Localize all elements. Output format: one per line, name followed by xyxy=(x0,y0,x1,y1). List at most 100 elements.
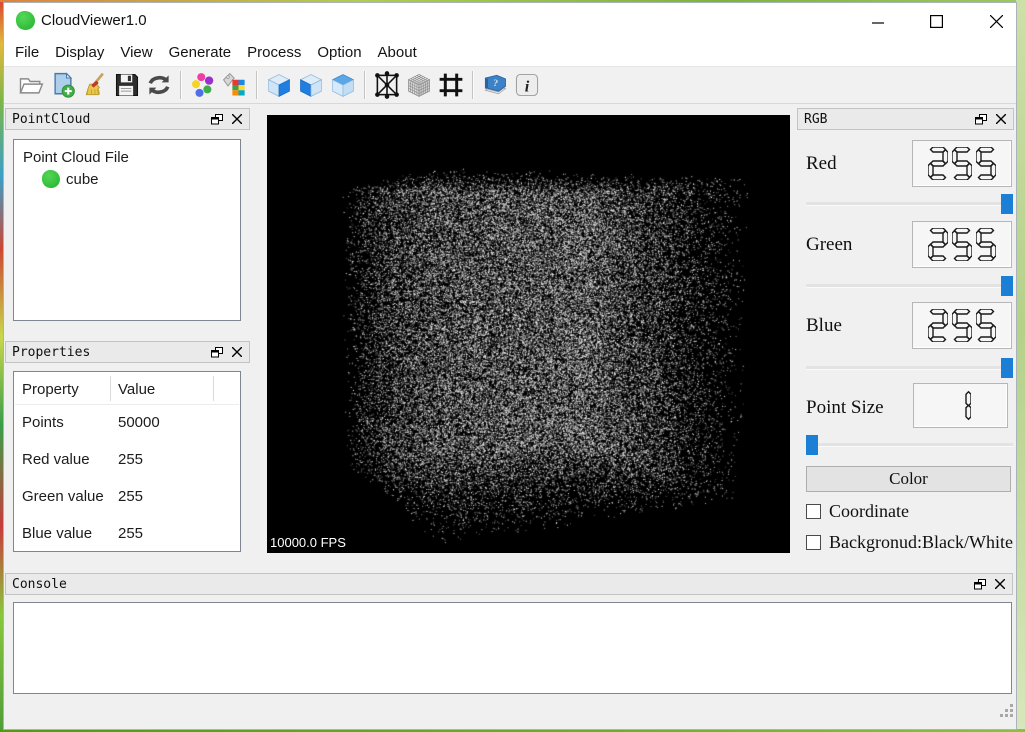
new-file-icon xyxy=(49,71,77,99)
rgb-close-button[interactable] xyxy=(993,111,1009,127)
prop-value: 255 xyxy=(118,488,143,505)
pointcloud-dock-title: PointCloud xyxy=(6,112,209,127)
float-icon xyxy=(975,114,987,125)
background-checkbox-row[interactable]: Backgronud:Black/White xyxy=(806,532,1013,552)
cube-view-top-button[interactable] xyxy=(328,70,358,100)
background-checkbox[interactable] xyxy=(806,535,821,550)
red-label: Red xyxy=(806,153,837,175)
broom-icon xyxy=(81,71,109,99)
color-dots-icon xyxy=(189,71,217,99)
voxel-grid-button[interactable] xyxy=(404,70,434,100)
about-button[interactable]: i xyxy=(512,70,542,100)
point-size-lcd xyxy=(913,383,1008,428)
minimize-button[interactable] xyxy=(863,10,893,32)
app-icon xyxy=(16,11,35,30)
float-icon xyxy=(974,579,986,590)
pointcloud-close-button[interactable] xyxy=(229,111,245,127)
toolbar-separator xyxy=(180,71,182,99)
bounding-box-button[interactable] xyxy=(436,70,466,100)
tree-root-label[interactable]: Point Cloud File xyxy=(23,149,129,166)
console-close-button[interactable] xyxy=(992,576,1008,592)
colorize-button[interactable] xyxy=(220,70,250,100)
menu-view[interactable]: View xyxy=(112,41,160,64)
slider-groove[interactable] xyxy=(806,366,1013,370)
rgb-dock-titlebar[interactable]: RGB xyxy=(797,108,1014,130)
menu-display[interactable]: Display xyxy=(47,41,112,64)
menu-file[interactable]: File xyxy=(7,41,47,64)
console-float-button[interactable] xyxy=(972,576,988,592)
slider-groove[interactable] xyxy=(806,284,1013,288)
properties-table: Property Value Points 50000 Red value 25… xyxy=(13,371,241,552)
properties-float-button[interactable] xyxy=(209,344,225,360)
new-pointcloud-button[interactable] xyxy=(48,70,78,100)
help-button[interactable]: ? xyxy=(480,70,510,100)
float-icon xyxy=(211,114,223,125)
green-slider[interactable] xyxy=(806,276,1013,296)
column-divider[interactable] xyxy=(213,376,214,401)
resize-grip-icon xyxy=(999,703,1015,719)
point-size-slider[interactable] xyxy=(806,435,1013,455)
menu-option[interactable]: Option xyxy=(309,41,369,64)
console-dock-titlebar[interactable]: Console xyxy=(5,573,1013,595)
coordinate-checkbox-row[interactable]: Coordinate xyxy=(806,501,909,521)
slider-groove[interactable] xyxy=(806,202,1013,206)
slider-handle[interactable] xyxy=(1001,276,1013,296)
cube-solid-icon xyxy=(265,71,293,99)
slider-handle[interactable] xyxy=(806,435,818,455)
prop-name: Green value xyxy=(22,488,104,505)
refresh-icon xyxy=(145,71,173,99)
cube-view-right-button[interactable] xyxy=(264,70,294,100)
svg-text:i: i xyxy=(525,78,530,96)
menu-about[interactable]: About xyxy=(370,41,425,64)
color-picker-button[interactable]: Color xyxy=(806,466,1011,492)
slider-groove[interactable] xyxy=(806,443,1013,447)
title-bar[interactable]: CloudViewer1.0 xyxy=(3,2,1016,38)
slider-handle[interactable] xyxy=(1001,194,1013,214)
prop-name: Points xyxy=(22,414,64,431)
pointcloud-sphere-icon xyxy=(42,170,60,188)
prop-name: Blue value xyxy=(22,525,92,542)
save-button[interactable] xyxy=(112,70,142,100)
column-header-property: Property xyxy=(22,381,79,398)
pointcloud-dock-titlebar[interactable]: PointCloud xyxy=(5,108,250,130)
green-lcd xyxy=(912,221,1012,268)
column-divider[interactable] xyxy=(110,376,111,401)
pointcloud-viewport[interactable]: 10000.0 FPS xyxy=(267,115,790,553)
close-icon xyxy=(990,15,1003,28)
coordinate-checkbox[interactable] xyxy=(806,504,821,519)
toolbar-separator xyxy=(364,71,366,99)
menu-process[interactable]: Process xyxy=(239,41,309,64)
blue-label: Blue xyxy=(806,315,842,337)
pointcloud-canvas[interactable] xyxy=(267,115,790,553)
close-icon xyxy=(995,579,1005,589)
properties-close-button[interactable] xyxy=(229,344,245,360)
properties-dock-titlebar[interactable]: Properties xyxy=(5,341,250,363)
help-book-icon: ? xyxy=(481,71,509,99)
palette-icon xyxy=(221,71,249,99)
refresh-button[interactable] xyxy=(144,70,174,100)
close-button[interactable] xyxy=(981,10,1011,32)
pointcloud-tree[interactable]: Point Cloud File cube xyxy=(13,139,241,321)
tree-item-cube[interactable]: cube xyxy=(42,170,99,188)
red-slider[interactable] xyxy=(806,194,1013,214)
open-file-button[interactable] xyxy=(16,70,46,100)
point-size-label: Point Size xyxy=(806,397,884,419)
vertex-graph-button[interactable] xyxy=(372,70,402,100)
color-points-button[interactable] xyxy=(188,70,218,100)
slider-handle[interactable] xyxy=(1001,358,1013,378)
pointcloud-float-button[interactable] xyxy=(209,111,225,127)
float-icon xyxy=(211,347,223,358)
console-output[interactable] xyxy=(13,602,1012,694)
save-floppy-icon xyxy=(113,71,141,99)
maximize-button[interactable] xyxy=(921,10,951,32)
menu-generate[interactable]: Generate xyxy=(161,41,240,64)
column-header-value: Value xyxy=(118,381,155,398)
blue-slider[interactable] xyxy=(806,358,1013,378)
clear-button[interactable] xyxy=(80,70,110,100)
close-icon xyxy=(232,114,242,124)
resize-grip[interactable] xyxy=(999,703,1015,724)
cube-view-left-button[interactable] xyxy=(296,70,326,100)
close-icon xyxy=(996,114,1006,124)
properties-dock-title: Properties xyxy=(6,345,209,360)
rgb-float-button[interactable] xyxy=(973,111,989,127)
